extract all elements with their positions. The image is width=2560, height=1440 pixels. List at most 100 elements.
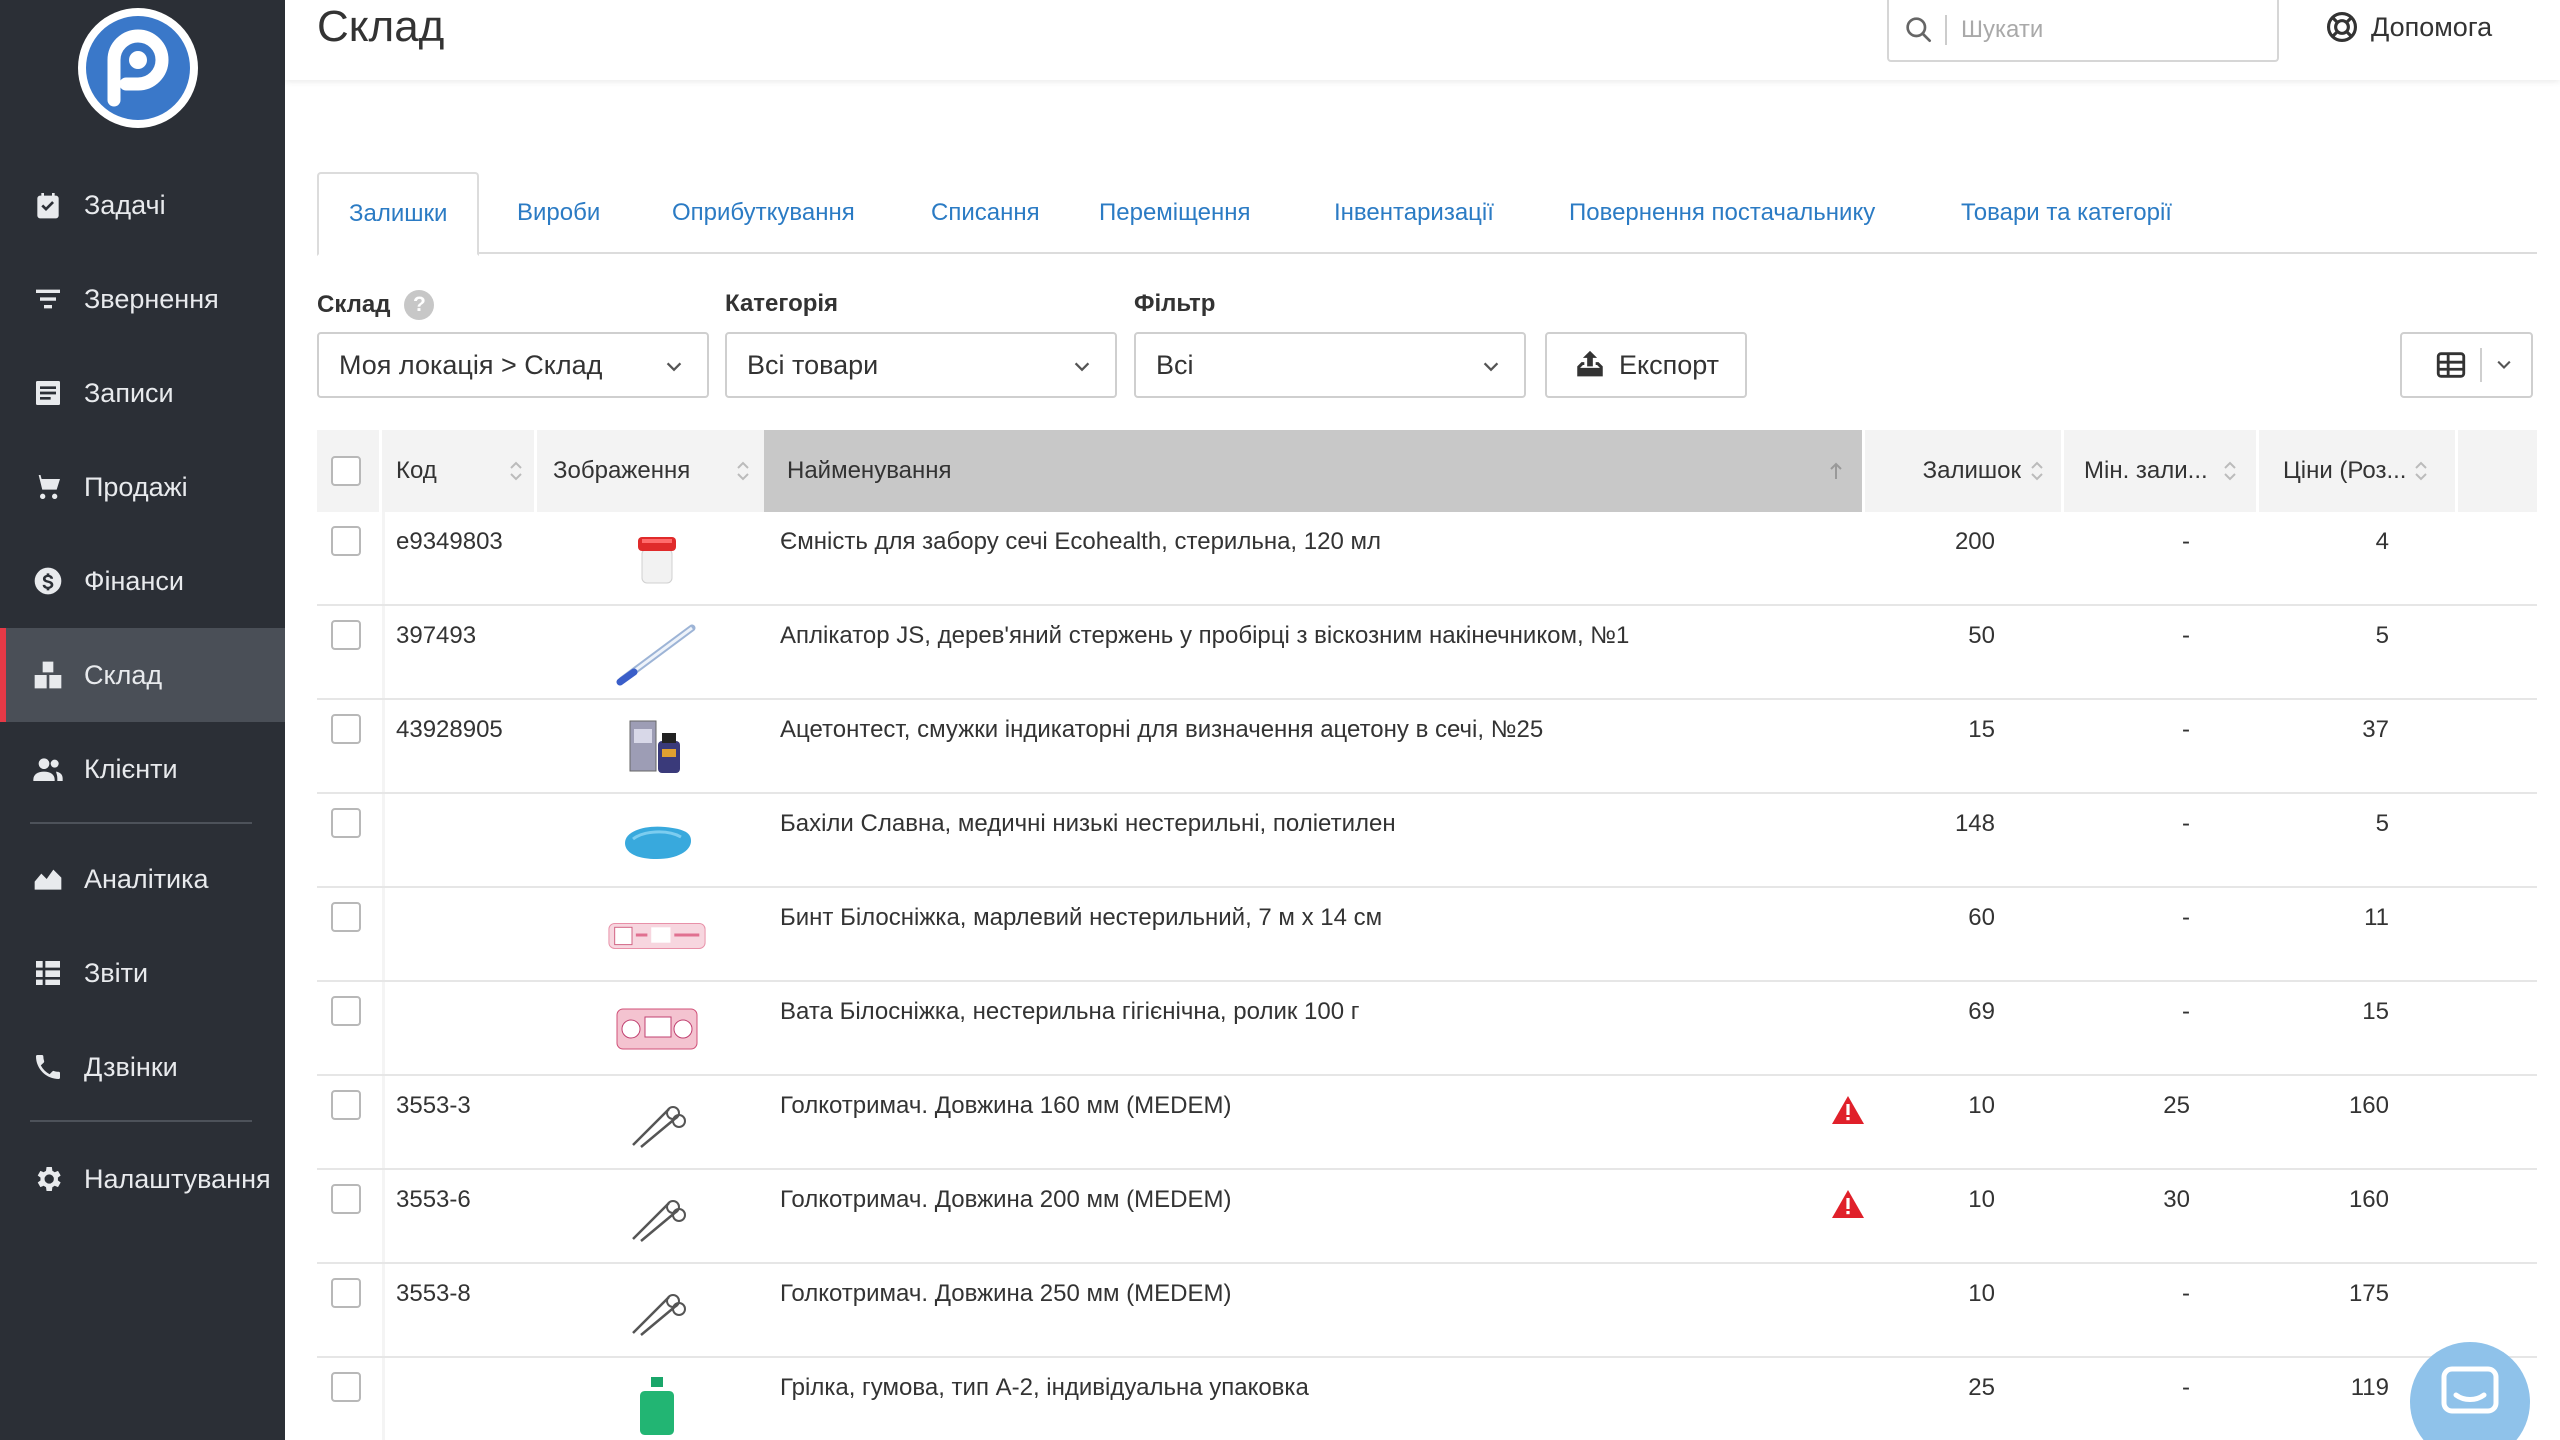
table-row[interactable]: e9349803 Ємність для забору сечі Ecoheal… (317, 512, 2537, 606)
row-checkbox[interactable] (331, 1184, 361, 1214)
row-checkbox[interactable] (331, 1278, 361, 1308)
help-question-icon[interactable]: ? (404, 290, 435, 320)
search-box[interactable] (1887, 0, 2279, 62)
table-row[interactable]: Бинт Білосніжка, марлевий нестерильний, … (317, 888, 2537, 982)
cell-min-stock: 25 (2163, 1092, 2190, 1119)
row-checkbox[interactable] (331, 996, 361, 1026)
sidebar-item-requests[interactable]: Звернення (0, 252, 285, 346)
sidebar-item-analytics[interactable]: Аналітика (0, 832, 285, 926)
table-row[interactable]: Грілка, гумова, тип А-2, індивідуальна у… (317, 1358, 2537, 1440)
cell-stock: 69 (1968, 998, 1995, 1025)
row-checkbox[interactable] (331, 1372, 361, 1402)
row-checkbox[interactable] (331, 902, 361, 932)
tab-write-offs[interactable]: Списання (901, 172, 1070, 254)
tab-inventories[interactable]: Інвентаризації (1304, 172, 1524, 254)
sidebar-item-settings[interactable]: Налаштування (0, 1132, 285, 1226)
tab-transfers[interactable]: Переміщення (1069, 172, 1280, 254)
cell-name[interactable]: Аплікатор JS, дерев'яний стержень у проб… (780, 606, 1629, 700)
cell-min-stock: - (2182, 810, 2190, 837)
filter-select[interactable]: Всі (1134, 332, 1526, 398)
table-row[interactable]: Вата Білосніжка, нестерильна гігієнічна,… (317, 982, 2537, 1076)
sort-icon (510, 461, 522, 481)
export-button[interactable]: Експорт (1545, 332, 1747, 398)
row-select-cell (331, 982, 361, 1076)
row-checkbox[interactable] (331, 1090, 361, 1120)
cell-name[interactable]: Голкотримач. Довжина 160 мм (MEDEM) (780, 1076, 1232, 1170)
sidebar-divider (30, 1120, 252, 1122)
tab-supplier-returns[interactable]: Повернення постачальнику (1539, 172, 1905, 254)
column-header-name[interactable]: Найменування (764, 430, 1862, 512)
sort-icon (2415, 461, 2427, 481)
table-row[interactable]: 3553-3 Голкотримач. Довжина 160 мм (MEDE… (317, 1076, 2537, 1170)
tab-receipts[interactable]: Оприбуткування (642, 172, 885, 254)
sidebar-item-records[interactable]: Записи (0, 346, 285, 440)
phone-icon (30, 1049, 66, 1085)
cell-name[interactable]: Ацетонтест, смужки індикаторні для визна… (780, 700, 1543, 794)
cell-min-stock: - (2182, 622, 2190, 649)
chevron-down-icon (1483, 362, 1499, 372)
tab-products[interactable]: Вироби (487, 172, 630, 254)
cell-stock: 15 (1968, 716, 1995, 743)
tab-goods-categories[interactable]: Товари та категорії (1931, 172, 2202, 254)
sidebar-item-reports[interactable]: Звіти (0, 926, 285, 1020)
tab-stock[interactable]: Залишки (317, 172, 480, 256)
table-row[interactable]: 43928905 Ацетонтест, смужки індикаторні … (317, 700, 2537, 794)
row-select-cell (331, 1076, 361, 1170)
column-header-image-label: Зображення (553, 457, 691, 484)
cell-name[interactable]: Ємність для забору сечі Ecohealth, стери… (780, 512, 1381, 606)
warehouse-label-text: Склад (317, 291, 391, 318)
warehouse-select[interactable]: Моя локація > Склад (317, 332, 709, 398)
sidebar-item-finance[interactable]: Фінанси (0, 534, 285, 628)
cell-image (607, 1076, 707, 1170)
export-tray-icon (1577, 350, 1603, 377)
cell-code: 3553-3 (396, 1092, 471, 1119)
cell-name[interactable]: Бинт Білосніжка, марлевий нестерильний, … (780, 888, 1382, 982)
sidebar-item-label: Налаштування (84, 1163, 271, 1194)
cell-price: 15 (2362, 998, 2389, 1025)
cell-name[interactable]: Голкотримач. Довжина 250 мм (MEDEM) (780, 1264, 1232, 1358)
column-header-code[interactable]: Код (396, 430, 526, 512)
select-all-cell (331, 430, 371, 512)
sidebar-item-tasks[interactable]: Задачі (0, 158, 285, 252)
help-link[interactable]: Допомога (2325, 10, 2492, 44)
sidebar-item-clients[interactable]: Клієнти (0, 722, 285, 816)
row-checkbox[interactable] (331, 714, 361, 744)
needle-holder-image (632, 1200, 686, 1242)
cell-name[interactable]: Бахіли Славна, медичні низькі нестерильн… (780, 794, 1396, 888)
chevron-down-icon (1074, 362, 1090, 372)
category-select[interactable]: Всі товари (725, 332, 1117, 398)
gear-icon (30, 1161, 66, 1197)
cell-name[interactable]: Вата Білосніжка, нестерильна гігієнічна,… (780, 982, 1359, 1076)
column-header-name-label: Найменування (787, 457, 952, 484)
table-row[interactable]: 397493 Аплікатор JS, дерев'яний стержень… (317, 606, 2537, 700)
row-checkbox[interactable] (331, 808, 361, 838)
select-all-checkbox[interactable] (331, 456, 361, 486)
row-checkbox[interactable] (331, 526, 361, 556)
sidebar-item-label: Фінанси (84, 565, 184, 596)
column-header-price[interactable]: Ціни (Роз... (2259, 430, 2455, 512)
table-row[interactable]: 3553-6 Голкотримач. Довжина 200 мм (MEDE… (317, 1170, 2537, 1264)
table-row[interactable]: 3553-8 Голкотримач. Довжина 250 мм (MEDE… (317, 1264, 2537, 1358)
sidebar-item-warehouse[interactable]: Склад (0, 628, 285, 722)
cell-name[interactable]: Грілка, гумова, тип А-2, індивідуальна у… (780, 1358, 1309, 1440)
column-header-min-stock[interactable]: Мін. зали... (2064, 430, 2256, 512)
cell-name[interactable]: Голкотримач. Довжина 200 мм (MEDEM) (780, 1170, 1232, 1264)
tab-bar: Залишки Вироби Оприбуткування Списання П… (317, 172, 2537, 256)
warning-icon (1832, 1096, 1864, 1124)
table-row[interactable]: Бахіли Славна, медичні низькі нестерильн… (317, 794, 2537, 888)
app-logo[interactable] (78, 8, 198, 128)
search-input[interactable] (1961, 16, 2241, 44)
column-settings-button[interactable] (2400, 332, 2533, 398)
cell-min-stock: 30 (2163, 1186, 2190, 1213)
sidebar-item-calls[interactable]: Дзвінки (0, 1020, 285, 1114)
sidebar-item-label: Записи (84, 377, 174, 408)
column-header-stock[interactable]: Залишок (1865, 430, 2061, 512)
row-select-cell (331, 1264, 361, 1358)
column-header-image[interactable]: Зображення (553, 430, 763, 512)
category-select-value: Всі товари (747, 349, 879, 380)
sidebar-item-sales[interactable]: Продажі (0, 440, 285, 534)
sidebar-divider (30, 822, 252, 824)
area-chart-icon (30, 861, 66, 897)
row-checkbox[interactable] (331, 620, 361, 650)
cell-min-stock: - (2182, 904, 2190, 931)
